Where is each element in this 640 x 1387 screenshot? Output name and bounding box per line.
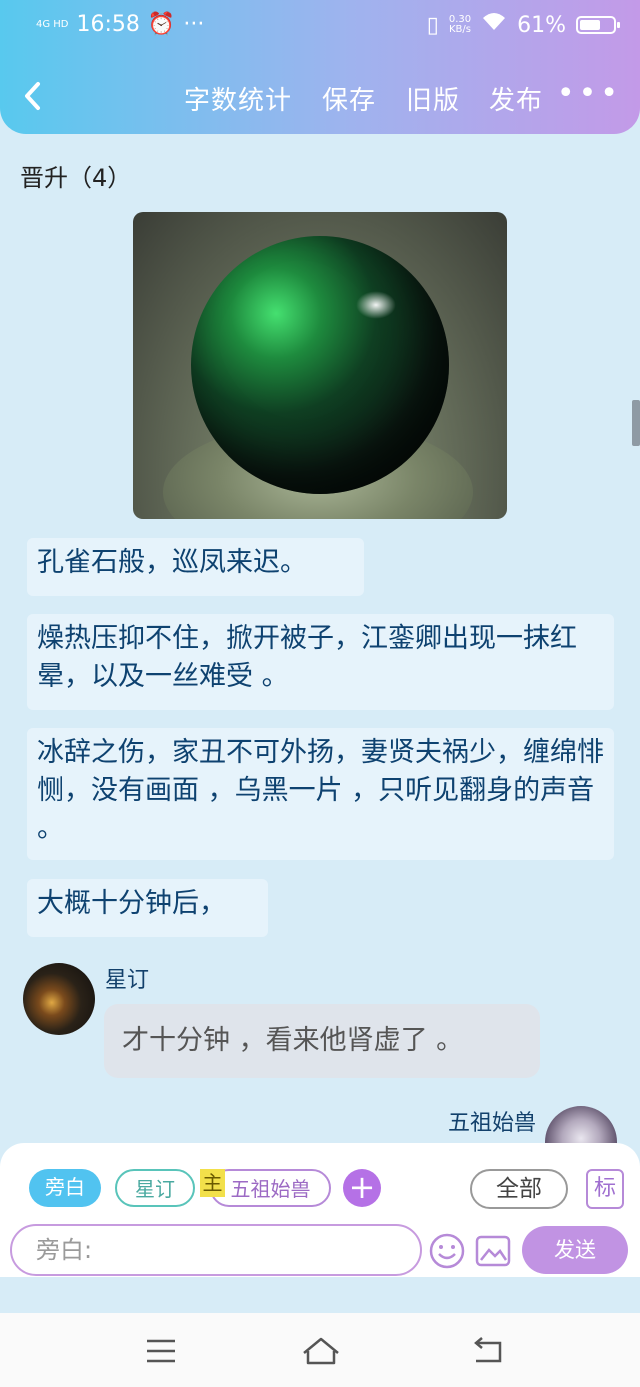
app-header: 4G HD 16:58 ⏰ ··· ▯ 0.30 KB/s 61% 字数统计 保… [0, 0, 640, 134]
send-button[interactable]: 发送 [522, 1226, 628, 1274]
old-version-button[interactable]: 旧版 [406, 80, 460, 117]
chat-bubble[interactable]: 才十分钟 ，看来他肾虚了 。 [104, 1004, 540, 1078]
sender-name: 五祖始兽 [447, 1111, 536, 1136]
status-bar: 4G HD 16:58 ⏰ ··· ▯ 0.30 KB/s 61% [0, 10, 640, 42]
chapter-title: 晋升（4） [20, 164, 132, 192]
story-image[interactable] [133, 212, 507, 519]
message-input[interactable]: 旁白: [10, 1224, 422, 1276]
back-nav-icon[interactable] [470, 1333, 506, 1369]
back-button[interactable] [22, 80, 52, 116]
main-role-badge: 主 [200, 1169, 225, 1197]
smiley-icon [429, 1233, 465, 1269]
add-role-button[interactable]: + [343, 1169, 381, 1207]
narration-bubble[interactable]: 孔雀石般，巡凤来迟。 [27, 538, 364, 596]
menu-icon[interactable] [143, 1333, 179, 1369]
narration-bubble[interactable]: 冰辞之伤，家丑不可外扬，妻贤夫祸少，缠绵悱恻，没有画面 ，乌黑一片 ，只听见翻身… [27, 728, 614, 860]
narration-bubble[interactable]: 大概十分钟后， [27, 879, 268, 937]
scrollbar[interactable] [632, 400, 640, 446]
speed-unit: KB/s [448, 24, 471, 35]
panel-gap [0, 1277, 640, 1313]
battery-percent: 61% [517, 12, 566, 38]
avatar[interactable] [23, 963, 95, 1035]
role-chip-narrator[interactable]: 旁白 [29, 1169, 101, 1207]
network-speed: 0.30 KB/s [449, 15, 471, 35]
clock: 16:58 [76, 12, 140, 37]
vibrate-icon: ▯ [426, 12, 439, 38]
publish-button[interactable]: 发布 [489, 80, 543, 117]
narration-bubble[interactable]: 燥热压抑不住，掀开被子，江銮卿出现一抹红晕，以及一丝难受 。 [27, 614, 614, 710]
image-button[interactable] [474, 1232, 512, 1270]
notification-dots: ··· [183, 12, 205, 37]
battery-icon [576, 16, 620, 34]
wifi-icon [481, 12, 507, 38]
word-count-button[interactable]: 字数统计 [184, 80, 292, 117]
image-icon [475, 1235, 511, 1267]
alarm-icon: ⏰ [147, 12, 176, 37]
chevron-left-icon [25, 82, 40, 110]
role-chip-star[interactable]: 星订 [115, 1169, 195, 1207]
save-button[interactable]: 保存 [322, 80, 376, 117]
mark-button[interactable]: 标 [586, 1169, 624, 1209]
editor-toolbar: 字数统计 保存 旧版 发布 ••• [0, 76, 640, 117]
network-indicator: 4G HD [36, 18, 69, 30]
more-menu-button[interactable]: ••• [557, 76, 622, 111]
role-chip-wuzu[interactable]: 五祖始兽 [210, 1169, 331, 1207]
sender-name: 星订 [105, 968, 150, 993]
home-icon[interactable] [300, 1333, 339, 1369]
emoji-button[interactable] [428, 1232, 466, 1270]
system-nav-bar [0, 1313, 640, 1387]
image-sphere [191, 236, 449, 494]
all-roles-button[interactable]: 全部 [470, 1169, 568, 1209]
